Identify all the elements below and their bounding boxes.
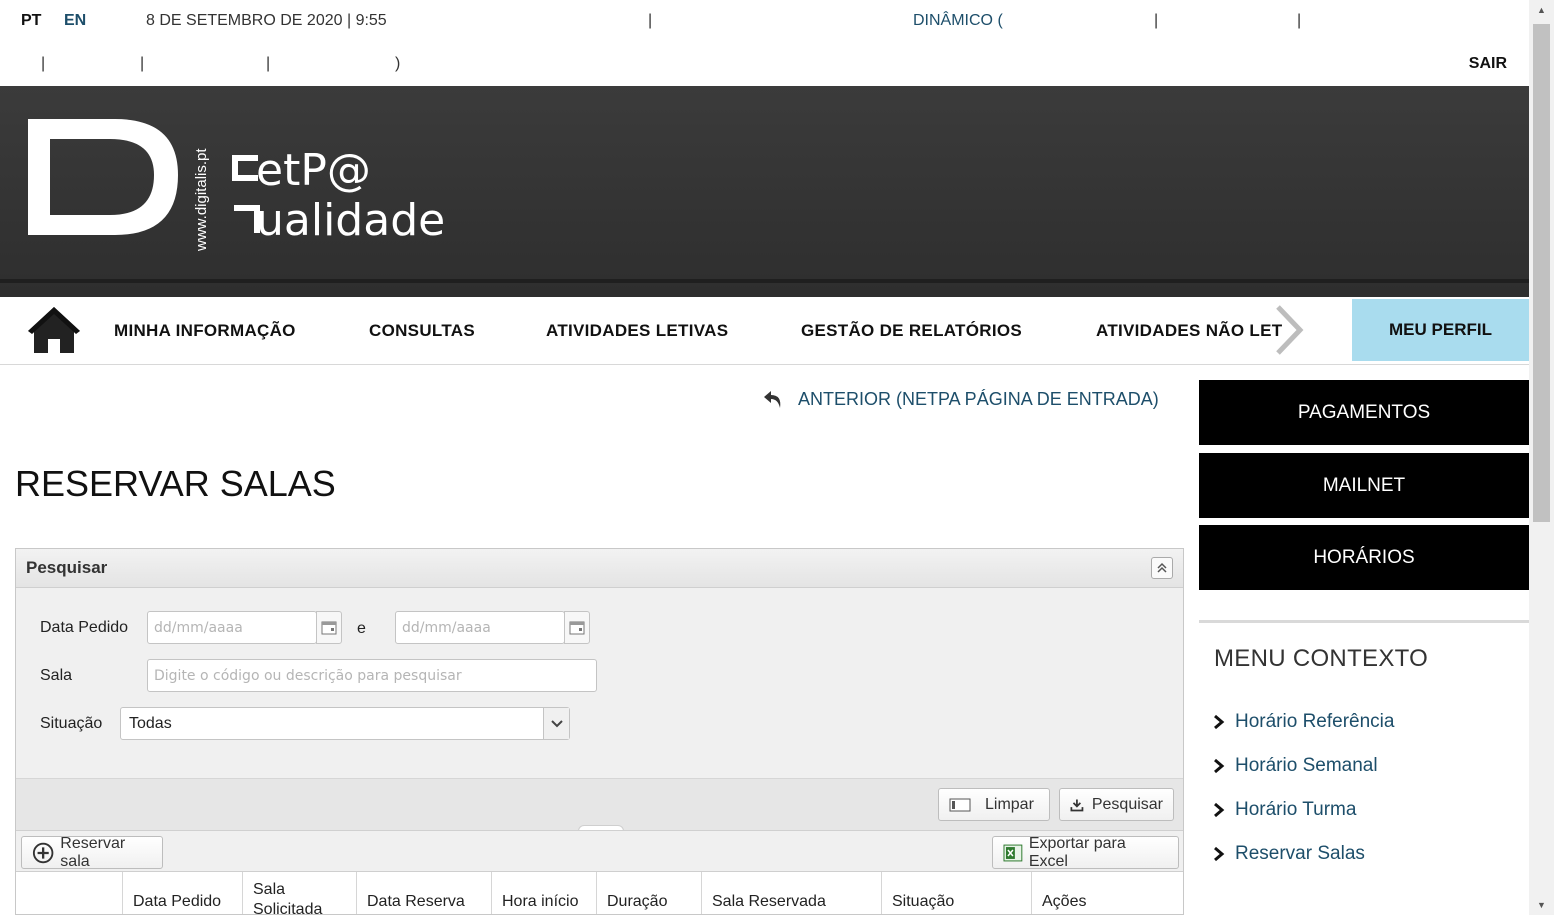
room-search-input[interactable]: Digite o código ou descrição para pesqui… — [147, 659, 597, 692]
date-from-input[interactable]: dd/mm/aaaa — [147, 611, 317, 644]
lang-pt-link[interactable]: PT — [21, 12, 41, 30]
netpa-logo[interactable]: www.digitalis.pt etP@ ualidade — [20, 111, 540, 271]
excel-icon — [1003, 844, 1023, 861]
back-link-label: ANTERIOR (NETPA PÁGINA DE ENTRADA) — [798, 388, 1159, 409]
context-item-label: Horário Semanal — [1235, 755, 1378, 776]
separator: | — [140, 55, 145, 72]
context-menu: MENU CONTEXTO Horário Referência Horário… — [1199, 620, 1529, 915]
column-header[interactable]: Data Reserva — [356, 872, 491, 914]
chevron-right-icon — [1214, 802, 1225, 818]
separator: | — [1154, 12, 1159, 29]
scroll-down-icon[interactable]: ▼ — [1529, 895, 1554, 915]
separator: | — [648, 12, 653, 29]
search-button-label: Pesquisar — [1091, 795, 1163, 813]
profile-button[interactable]: MEU PERFIL — [1352, 299, 1529, 361]
status-label: Situação — [40, 715, 103, 732]
plus-circle-icon — [32, 842, 54, 863]
column-header[interactable]: Situação — [881, 872, 1031, 914]
home-icon[interactable] — [26, 305, 82, 355]
column-header[interactable]: Sala Reservada — [701, 872, 881, 914]
dynamic-link[interactable]: DINÂMICO ( — [913, 12, 1003, 30]
eraser-icon — [949, 798, 971, 811]
status-select-value: Todas — [129, 714, 172, 732]
nav-item-minha-informacao[interactable]: MINHA INFORMAÇÃO — [114, 321, 296, 341]
logout-link[interactable]: SAIR — [1469, 55, 1507, 73]
context-item-label: Reservar Salas — [1235, 843, 1365, 864]
logo-line1: etP@ — [256, 145, 371, 196]
context-item-label: Horário Turma — [1235, 799, 1357, 820]
clear-button-label: Limpar — [985, 795, 1034, 813]
chevron-right-icon[interactable] — [1270, 303, 1306, 357]
reserve-room-button[interactable]: Reservar sala — [21, 834, 163, 870]
main-nav: MINHA INFORMAÇÃO CONSULTAS ATIVIDADES LE… — [0, 297, 1529, 365]
context-menu-title: MENU CONTEXTO — [1214, 645, 1429, 672]
collapse-icon[interactable] — [1151, 557, 1173, 579]
back-link[interactable]: ANTERIOR (NETPA PÁGINA DE ENTRADA) — [762, 388, 1159, 410]
separator: | — [1297, 12, 1302, 29]
context-item-label: Horário Referência — [1235, 711, 1395, 732]
export-excel-label: Exportar para Excel — [1028, 834, 1126, 870]
mailnet-button[interactable]: MAILNET — [1199, 453, 1529, 518]
date-to-input[interactable]: dd/mm/aaaa — [395, 611, 565, 644]
chevron-right-icon — [1214, 714, 1225, 730]
site-header: www.digitalis.pt etP@ ualidade — [0, 86, 1529, 297]
results-toolbar: Reservar sala Exportar para Excel — [16, 830, 1183, 872]
lang-en-link[interactable]: EN — [64, 12, 86, 30]
status-select[interactable]: Todas — [120, 707, 570, 740]
context-item-horario-turma[interactable]: Horário Turma — [1213, 799, 1356, 821]
reservations-table-header: Data Pedido Sala Solicitada Data Reserva… — [16, 871, 1183, 914]
reserve-room-label: Reservar sala — [60, 834, 126, 870]
separator: | — [41, 55, 46, 72]
nav-item-gestao-relatorios[interactable]: GESTÃO DE RELATÓRIOS — [801, 321, 1022, 341]
nav-item-consultas[interactable]: CONSULTAS — [369, 321, 475, 341]
scroll-up-icon[interactable]: ▲ — [1529, 0, 1554, 20]
logo-line2: ualidade — [256, 195, 445, 246]
column-header[interactable]: Data Pedido — [122, 872, 242, 914]
chevron-right-icon — [1214, 846, 1225, 862]
chevron-down-icon[interactable] — [543, 708, 569, 739]
table-select-column — [16, 872, 122, 914]
header-divider — [0, 279, 1529, 283]
context-item-horario-referencia[interactable]: Horário Referência — [1213, 711, 1394, 733]
context-item-horario-semanal[interactable]: Horário Semanal — [1213, 755, 1378, 777]
pagamentos-button[interactable]: PAGAMENTOS — [1199, 380, 1529, 445]
calendar-icon[interactable] — [564, 611, 590, 644]
search-panel-header: Pesquisar — [16, 549, 1183, 588]
search-panel-title: Pesquisar — [26, 558, 108, 577]
clear-button[interactable]: Limpar — [938, 788, 1050, 821]
page-title: RESERVAR SALAS — [15, 463, 336, 504]
search-button[interactable]: Pesquisar — [1059, 788, 1174, 821]
room-label: Sala — [40, 667, 73, 684]
download-icon — [1070, 798, 1084, 811]
separator: | — [266, 55, 271, 72]
calendar-icon[interactable] — [316, 611, 342, 644]
closing-paren: ) — [395, 55, 401, 72]
undo-arrow-icon — [764, 391, 781, 408]
search-panel: Pesquisar Data Pedido dd/mm/aaaa e dd/mm… — [15, 548, 1184, 915]
column-header[interactable]: Duração — [596, 872, 701, 914]
logo-site-text: www.digitalis.pt — [193, 148, 210, 252]
column-header[interactable]: Hora início — [491, 872, 596, 914]
page-scrollbar[interactable]: ▲ ▼ — [1529, 0, 1554, 915]
current-datetime: 8 DE SETEMBRO DE 2020 | 9:55 — [146, 12, 387, 29]
chevron-right-icon — [1214, 758, 1225, 774]
horarios-button[interactable]: HORÁRIOS — [1199, 525, 1529, 590]
nav-item-atividades-nao-letivas[interactable]: ATIVIDADES NÃO LET — [1096, 321, 1282, 341]
scrollbar-thumb[interactable] — [1533, 24, 1550, 522]
nav-item-atividades-letivas[interactable]: ATIVIDADES LETIVAS — [546, 321, 728, 341]
date-label: Data Pedido — [40, 619, 129, 636]
top-bar: PT EN 8 DE SETEMBRO DE 2020 | 9:55 | DIN… — [0, 0, 1529, 86]
column-header[interactable]: Sala Solicitada — [242, 872, 356, 914]
column-header[interactable]: Ações — [1031, 872, 1183, 914]
export-excel-button[interactable]: Exportar para Excel — [992, 834, 1179, 870]
context-item-reservar-salas[interactable]: Reservar Salas — [1213, 843, 1365, 865]
search-actions-bar: Limpar Pesquisar — [16, 778, 1183, 831]
and-label: e — [357, 620, 366, 637]
